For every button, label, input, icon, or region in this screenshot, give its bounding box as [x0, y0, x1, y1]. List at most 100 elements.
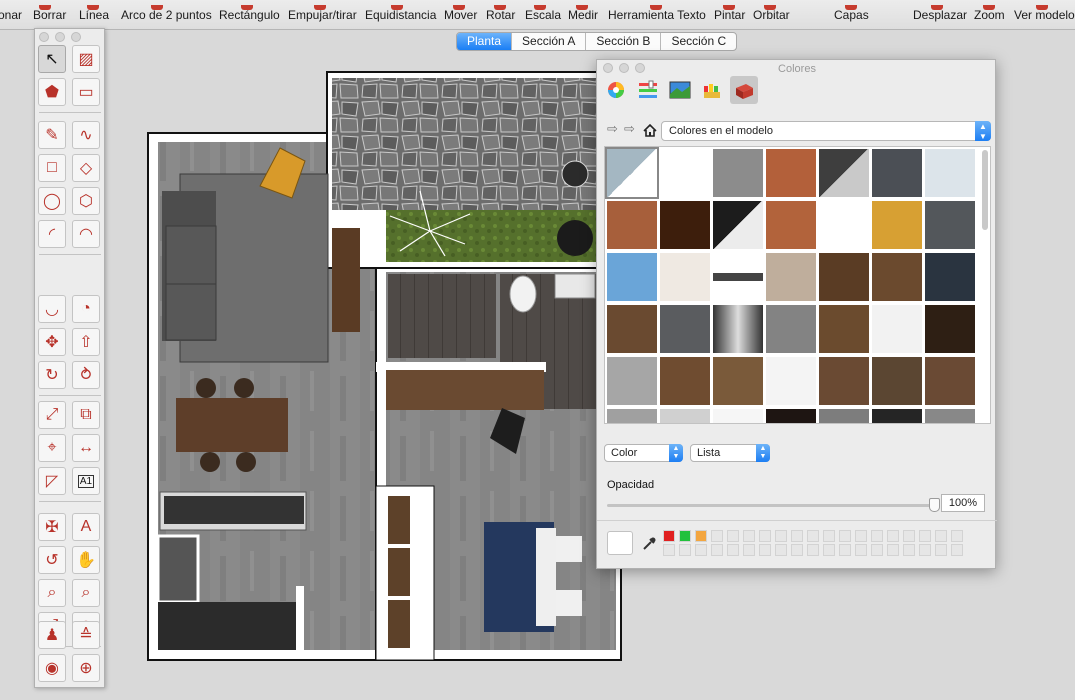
- tool-button[interactable]: ⇧: [72, 328, 100, 356]
- material-swatch[interactable]: [766, 357, 816, 405]
- tab-color-wheel[interactable]: [602, 76, 630, 104]
- material-swatch[interactable]: [925, 201, 975, 249]
- material-swatch[interactable]: [766, 305, 816, 353]
- material-swatch[interactable]: [766, 149, 816, 197]
- recent-color-well[interactable]: [791, 544, 803, 556]
- floor-plan-viewport[interactable]: [120, 66, 640, 666]
- material-swatch[interactable]: [607, 409, 657, 423]
- material-swatch[interactable]: [607, 253, 657, 301]
- recent-color-well[interactable]: [695, 530, 707, 542]
- forward-arrow-icon[interactable]: ⇨: [624, 121, 635, 137]
- toolbar-pan[interactable]: Desplazar: [913, 5, 967, 22]
- recent-color-well[interactable]: [887, 544, 899, 556]
- tool-button[interactable]: ▨: [72, 45, 100, 73]
- slider-thumb[interactable]: [929, 498, 940, 512]
- material-swatch[interactable]: [872, 305, 922, 353]
- material-swatch[interactable]: [766, 253, 816, 301]
- recent-color-well[interactable]: [663, 544, 675, 556]
- material-swatch[interactable]: [660, 305, 710, 353]
- material-swatch[interactable]: [713, 201, 763, 249]
- material-swatch[interactable]: [766, 409, 816, 423]
- toolbar-erase[interactable]: Borrar: [33, 5, 66, 22]
- recent-color-well[interactable]: [743, 530, 755, 542]
- recent-color-well[interactable]: [855, 530, 867, 542]
- recent-color-well[interactable]: [727, 530, 739, 542]
- material-swatch[interactable]: [872, 149, 922, 197]
- tool-button[interactable]: □: [38, 154, 66, 182]
- recent-color-well[interactable]: [695, 544, 707, 556]
- tool-button[interactable]: ⊕: [72, 654, 100, 682]
- recent-color-well[interactable]: [951, 530, 963, 542]
- recent-color-well[interactable]: [919, 530, 931, 542]
- material-swatch[interactable]: [925, 253, 975, 301]
- material-swatch[interactable]: [872, 357, 922, 405]
- toolbar-measure[interactable]: Medir: [568, 5, 598, 22]
- toolbar-orbit[interactable]: Orbitar: [753, 5, 790, 22]
- material-swatch[interactable]: [660, 201, 710, 249]
- material-swatch[interactable]: [607, 201, 657, 249]
- toolbar-rotate[interactable]: Rotar: [486, 5, 515, 22]
- toolbar-offset[interactable]: Equidistancia: [365, 5, 436, 22]
- recent-color-well[interactable]: [711, 544, 723, 556]
- recent-color-well[interactable]: [807, 544, 819, 556]
- recent-color-well[interactable]: [839, 530, 851, 542]
- tool-button[interactable]: ◜: [38, 220, 66, 248]
- tool-button[interactable]: ◉: [38, 654, 66, 682]
- material-swatch[interactable]: [605, 147, 659, 199]
- recent-color-well[interactable]: [775, 530, 787, 542]
- material-swatch[interactable]: [872, 409, 922, 423]
- tab-seccion-c[interactable]: Sección C: [661, 33, 736, 50]
- material-swatch[interactable]: [660, 253, 710, 301]
- tool-button[interactable]: ↻: [38, 361, 66, 389]
- tab-seccion-a[interactable]: Sección A: [512, 33, 587, 50]
- opacity-value-field[interactable]: 100%: [941, 494, 985, 512]
- recent-color-well[interactable]: [807, 530, 819, 542]
- material-swatch[interactable]: [819, 201, 869, 249]
- material-swatch[interactable]: [925, 357, 975, 405]
- color-mode-select[interactable]: Color ▲ ▼: [604, 444, 683, 462]
- toolbar-layers[interactable]: Capas: [834, 5, 869, 22]
- tool-button[interactable]: ◇: [72, 154, 100, 182]
- zoom-button[interactable]: [71, 32, 81, 42]
- tool-button[interactable]: ↔: [72, 434, 100, 462]
- material-swatch[interactable]: [925, 409, 975, 423]
- recent-color-well[interactable]: [759, 544, 771, 556]
- material-swatch[interactable]: [607, 305, 657, 353]
- material-swatch[interactable]: [766, 201, 816, 249]
- recent-color-well[interactable]: [903, 544, 915, 556]
- eyedropper-icon[interactable]: [641, 536, 657, 552]
- recent-color-well[interactable]: [823, 530, 835, 542]
- toolbar-push-pull[interactable]: Empujar/tirar: [288, 5, 357, 22]
- tool-button[interactable]: ⧉: [72, 401, 100, 429]
- material-swatch[interactable]: [925, 149, 975, 197]
- recent-color-well[interactable]: [823, 544, 835, 556]
- tool-button[interactable]: ◡: [38, 295, 66, 323]
- tab-materials[interactable]: [730, 76, 758, 104]
- material-swatch[interactable]: [872, 201, 922, 249]
- toolbar-arc[interactable]: Arco de 2 puntos: [121, 5, 212, 22]
- minimize-button[interactable]: [55, 32, 65, 42]
- tool-button[interactable]: ✥: [38, 328, 66, 356]
- material-swatch[interactable]: [819, 149, 869, 197]
- recent-color-well[interactable]: [663, 530, 675, 542]
- tool-button[interactable]: ⌖: [38, 434, 66, 462]
- material-swatch[interactable]: [660, 357, 710, 405]
- scrollbar[interactable]: [982, 150, 988, 230]
- recent-color-well[interactable]: [711, 530, 723, 542]
- view-mode-select[interactable]: Lista ▲ ▼: [690, 444, 770, 462]
- recent-color-well[interactable]: [727, 544, 739, 556]
- recent-color-well[interactable]: [919, 544, 931, 556]
- tool-button[interactable]: ≙: [72, 621, 100, 649]
- tool-button[interactable]: ▭: [72, 78, 100, 106]
- toolbar-rectangle[interactable]: Rectángulo: [219, 5, 280, 22]
- tab-color-sliders[interactable]: [634, 76, 662, 104]
- tab-image-palette[interactable]: [666, 76, 694, 104]
- tool-button[interactable]: ↺: [38, 546, 66, 574]
- opacity-slider[interactable]: [607, 498, 940, 512]
- toolbar-move[interactable]: Mover: [444, 5, 477, 22]
- tab-crayons[interactable]: [698, 76, 726, 104]
- recent-color-well[interactable]: [935, 530, 947, 542]
- toolbar-zoom-extents[interactable]: Ver modelo: [1014, 5, 1075, 22]
- material-swatch[interactable]: [925, 305, 975, 353]
- tool-button[interactable]: ◠: [72, 220, 100, 248]
